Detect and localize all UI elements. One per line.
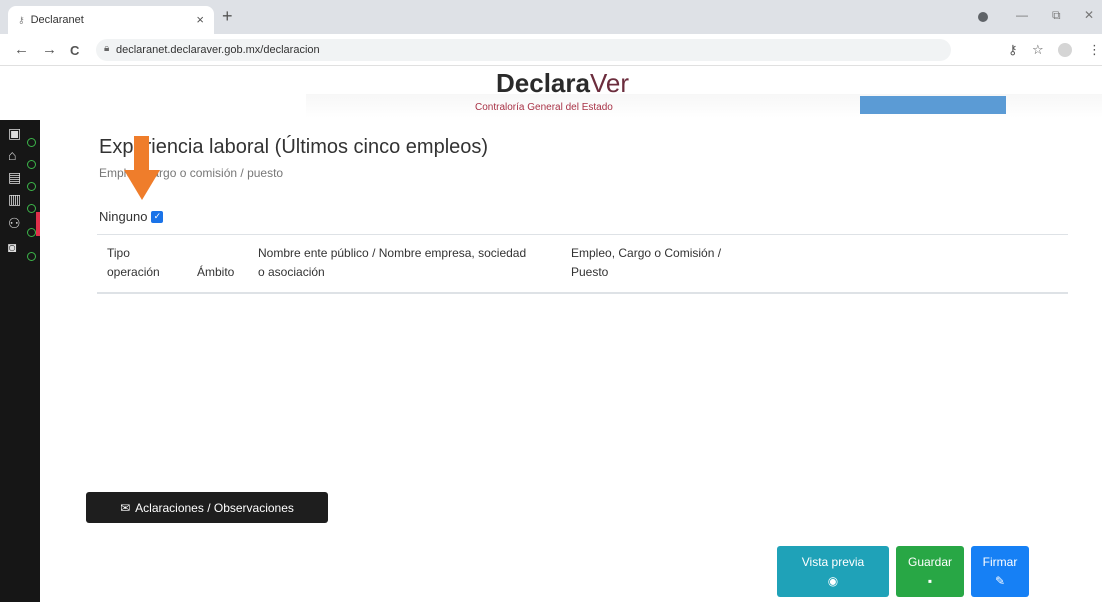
new-tab-button[interactable]: + bbox=[222, 6, 233, 27]
sidebar-item-ingresos[interactable]: ◙ bbox=[8, 238, 36, 261]
check-circle-icon bbox=[27, 252, 36, 261]
eye-icon: ◉ bbox=[827, 574, 839, 588]
table-header-border bbox=[97, 292, 1068, 294]
ninguno-label: Ninguno bbox=[99, 209, 148, 224]
check-circle-icon bbox=[27, 160, 36, 169]
column-header-ambito[interactable]: Ámbito bbox=[197, 244, 234, 282]
annotation-arrow-down-icon bbox=[124, 170, 160, 200]
lock-icon: 🔒︎ bbox=[104, 43, 110, 54]
check-circle-icon bbox=[27, 228, 36, 237]
address-bar-row: ← → C 🔒︎ declaranet.declaraver.gob.mx/de… bbox=[0, 34, 1102, 66]
sidebar-item-curricular[interactable]: ▤ bbox=[8, 168, 36, 191]
avatar-icon[interactable] bbox=[1058, 43, 1072, 57]
aclaraciones-button[interactable]: ✉ Aclaraciones / Observaciones bbox=[86, 492, 328, 523]
id-card-icon: ▣ bbox=[8, 125, 22, 141]
file-list-icon: ▥ bbox=[8, 191, 22, 207]
brand-bold: Declara bbox=[496, 68, 590, 98]
column-header-nombre-ente[interactable]: Nombre ente público / Nombre empresa, so… bbox=[258, 244, 526, 282]
vista-previa-button[interactable]: Vista previa ◉ bbox=[777, 546, 889, 597]
window-close-icon[interactable]: ✕ bbox=[1084, 8, 1094, 22]
brand-subtitle: Contraloría General del Estado bbox=[475, 102, 613, 113]
key-icon[interactable]: ⚷ bbox=[1008, 42, 1018, 58]
ninguno-checkbox[interactable]: ✓ bbox=[151, 210, 164, 223]
user-banner bbox=[860, 96, 1006, 114]
brand-logo[interactable]: DeclaraVer bbox=[496, 68, 629, 98]
minimize-icon[interactable]: — bbox=[1016, 8, 1028, 22]
annotation-arrow-shaft bbox=[134, 136, 149, 172]
sidebar-item-domicilio[interactable]: ⌂ bbox=[8, 146, 36, 169]
url-text: declaranet.declaraver.gob.mx/declaracion bbox=[116, 44, 320, 56]
check-circle-icon bbox=[27, 204, 36, 213]
ninguno-option[interactable]: Ninguno ✓ bbox=[99, 209, 164, 224]
vista-previa-label: Vista previa bbox=[801, 555, 865, 569]
browser-tab[interactable]: ⚷ Declaranet × bbox=[8, 6, 214, 34]
site-header: DeclaraVer Contraloría General del Estad… bbox=[0, 66, 1102, 120]
envelope-icon: ✉ bbox=[120, 500, 131, 515]
sidebar: ▣ ⌂ ▤ ▥ ⚇ ◙ bbox=[0, 120, 40, 602]
firmar-button[interactable]: Firmar ✎ bbox=[971, 546, 1029, 597]
check-circle-icon bbox=[27, 138, 36, 147]
star-icon[interactable]: ☆ bbox=[1032, 42, 1044, 58]
url-field[interactable]: 🔒︎ declaranet.declaraver.gob.mx/declarac… bbox=[96, 39, 951, 61]
page-title: Experiencia laboral (Últimos cinco emple… bbox=[99, 136, 489, 158]
column-header-empleo[interactable]: Empleo, Cargo o Comisión / Puesto bbox=[571, 244, 721, 282]
home-icon: ⌂ bbox=[8, 147, 17, 163]
pen-icon: ✎ bbox=[994, 574, 1006, 588]
sidebar-active-indicator bbox=[36, 212, 40, 236]
money-icon: ◙ bbox=[8, 239, 17, 255]
table-top-border bbox=[97, 234, 1068, 235]
brand-light: Ver bbox=[589, 68, 629, 98]
restore-icon[interactable]: ⧉ bbox=[1052, 8, 1061, 23]
reload-icon[interactable]: C bbox=[70, 43, 79, 58]
profile-indicator-icon[interactable] bbox=[978, 12, 988, 22]
browser-tabstrip: ⚷ Declaranet × + — ⧉ ✕ bbox=[0, 0, 1102, 34]
sidebar-item-cargo[interactable]: ▥ bbox=[8, 190, 36, 213]
menu-icon[interactable]: ⋮ bbox=[1088, 42, 1101, 58]
column-header-tipo-operacion[interactable]: Tipo operación bbox=[107, 244, 160, 282]
key-favicon-icon: ⚷ bbox=[18, 14, 25, 25]
aclaraciones-label: Aclaraciones / Observaciones bbox=[135, 500, 294, 515]
firmar-label: Firmar bbox=[982, 555, 1018, 569]
check-circle-icon bbox=[27, 182, 36, 191]
sidebar-item-datos-generales[interactable]: ▣ bbox=[8, 124, 36, 147]
guardar-button[interactable]: Guardar ▪ bbox=[896, 546, 964, 597]
tab-close-icon[interactable]: × bbox=[196, 12, 204, 27]
forward-icon[interactable]: → bbox=[42, 41, 57, 58]
save-icon: ▪ bbox=[927, 574, 933, 588]
sidebar-item-experiencia[interactable]: ⚇ bbox=[8, 214, 36, 237]
tab-title: Declaranet bbox=[30, 14, 84, 26]
back-icon[interactable]: ← bbox=[14, 41, 29, 58]
document-icon: ▤ bbox=[8, 169, 22, 185]
guardar-label: Guardar bbox=[907, 555, 953, 569]
people-network-icon: ⚇ bbox=[8, 215, 21, 231]
